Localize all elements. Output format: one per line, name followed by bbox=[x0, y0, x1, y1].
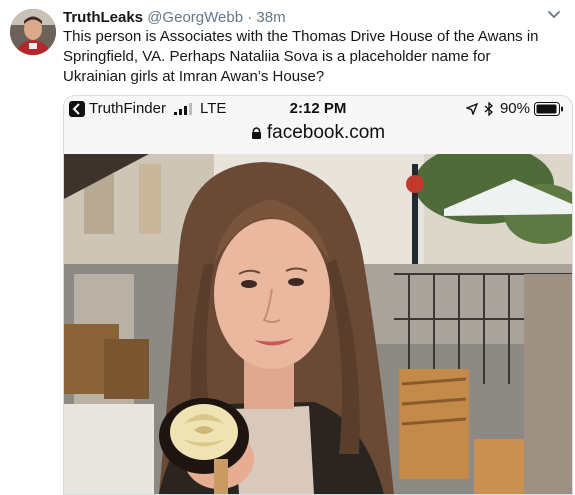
tweet-header: TruthLeaks @GeorgWebb · 38m bbox=[63, 8, 545, 27]
browser-url: facebook.com bbox=[266, 122, 386, 143]
lock-icon bbox=[251, 127, 261, 139]
chevron-down-icon[interactable] bbox=[547, 10, 561, 20]
battery-percent: 90% bbox=[499, 100, 530, 117]
profile-photo bbox=[64, 154, 572, 494]
tweet-media[interactable]: TruthFinder LTE 2:12 PM 90% facebook.com bbox=[63, 95, 573, 495]
user-handle[interactable]: @GeorgWebb bbox=[147, 9, 243, 26]
location-arrow-icon bbox=[465, 103, 478, 115]
battery-icon bbox=[534, 102, 563, 116]
display-name[interactable]: TruthLeaks bbox=[63, 9, 143, 26]
avatar[interactable] bbox=[10, 9, 56, 55]
browser-url-bar[interactable]: facebook.com bbox=[64, 120, 572, 146]
separator-dot: · bbox=[247, 9, 253, 26]
phone-status-bar: TruthFinder LTE 2:12 PM 90% bbox=[64, 96, 572, 122]
bluetooth-icon bbox=[484, 102, 493, 116]
avatar-image bbox=[10, 9, 56, 55]
tweet-timestamp[interactable]: 38m bbox=[256, 9, 285, 26]
tweet-text: This person is Associates with the Thoma… bbox=[63, 28, 539, 85]
